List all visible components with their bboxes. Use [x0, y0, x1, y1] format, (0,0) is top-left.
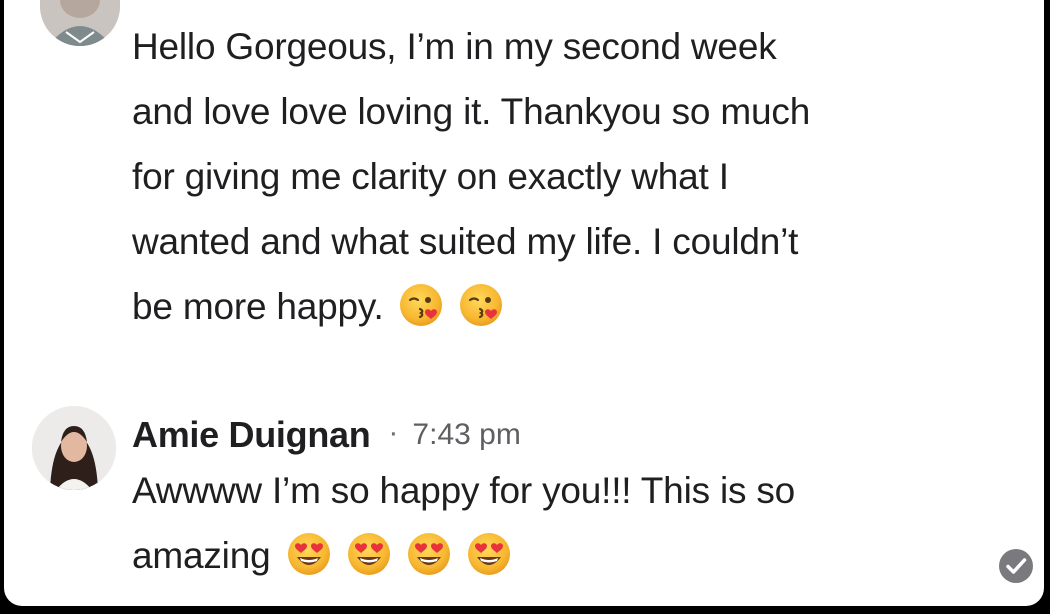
reply-last-line: amazing: [132, 523, 992, 588]
comment-body: Hello Gorgeous, I’m in my second week an…: [132, 14, 992, 339]
heart-eyes-emoji: [406, 531, 452, 577]
comment-last-line: be more happy.: [132, 274, 992, 339]
reply-header: Amie Duignan · 7:43 pm: [132, 410, 521, 460]
check-circle-icon: [999, 549, 1033, 583]
kissing-heart-emoji: [458, 282, 504, 328]
reply-timestamp: 7:43 pm: [412, 418, 521, 451]
comment-line: Hello Gorgeous, I’m in my second week: [132, 26, 777, 67]
heart-eyes-emoji: [346, 531, 392, 577]
reply-avatar[interactable]: [32, 406, 116, 490]
kissing-heart-emoji: [398, 282, 444, 328]
comment-line: wanted and what suited my life. I couldn…: [132, 221, 799, 262]
meta-separator: ·: [388, 416, 399, 449]
reply-line: amazing: [132, 535, 271, 576]
comment-line: and love love loving it. Thankyou so muc…: [132, 91, 811, 132]
comment-line: be more happy.: [132, 286, 384, 327]
reply-line: Awwww I’m so happy for you!!! This is so: [132, 470, 796, 511]
heart-eyes-emoji: [466, 531, 512, 577]
comment-line: for giving me clarity on exactly what I: [132, 156, 729, 197]
comment-thread: Hello Gorgeous, I’m in my second week an…: [4, 0, 1044, 606]
commenter-avatar[interactable]: [40, 0, 120, 46]
heart-eyes-emoji: [286, 531, 332, 577]
reply-body: Awwww I’m so happy for you!!! This is so…: [132, 458, 992, 588]
reply-author-name[interactable]: Amie Duignan: [132, 414, 371, 456]
